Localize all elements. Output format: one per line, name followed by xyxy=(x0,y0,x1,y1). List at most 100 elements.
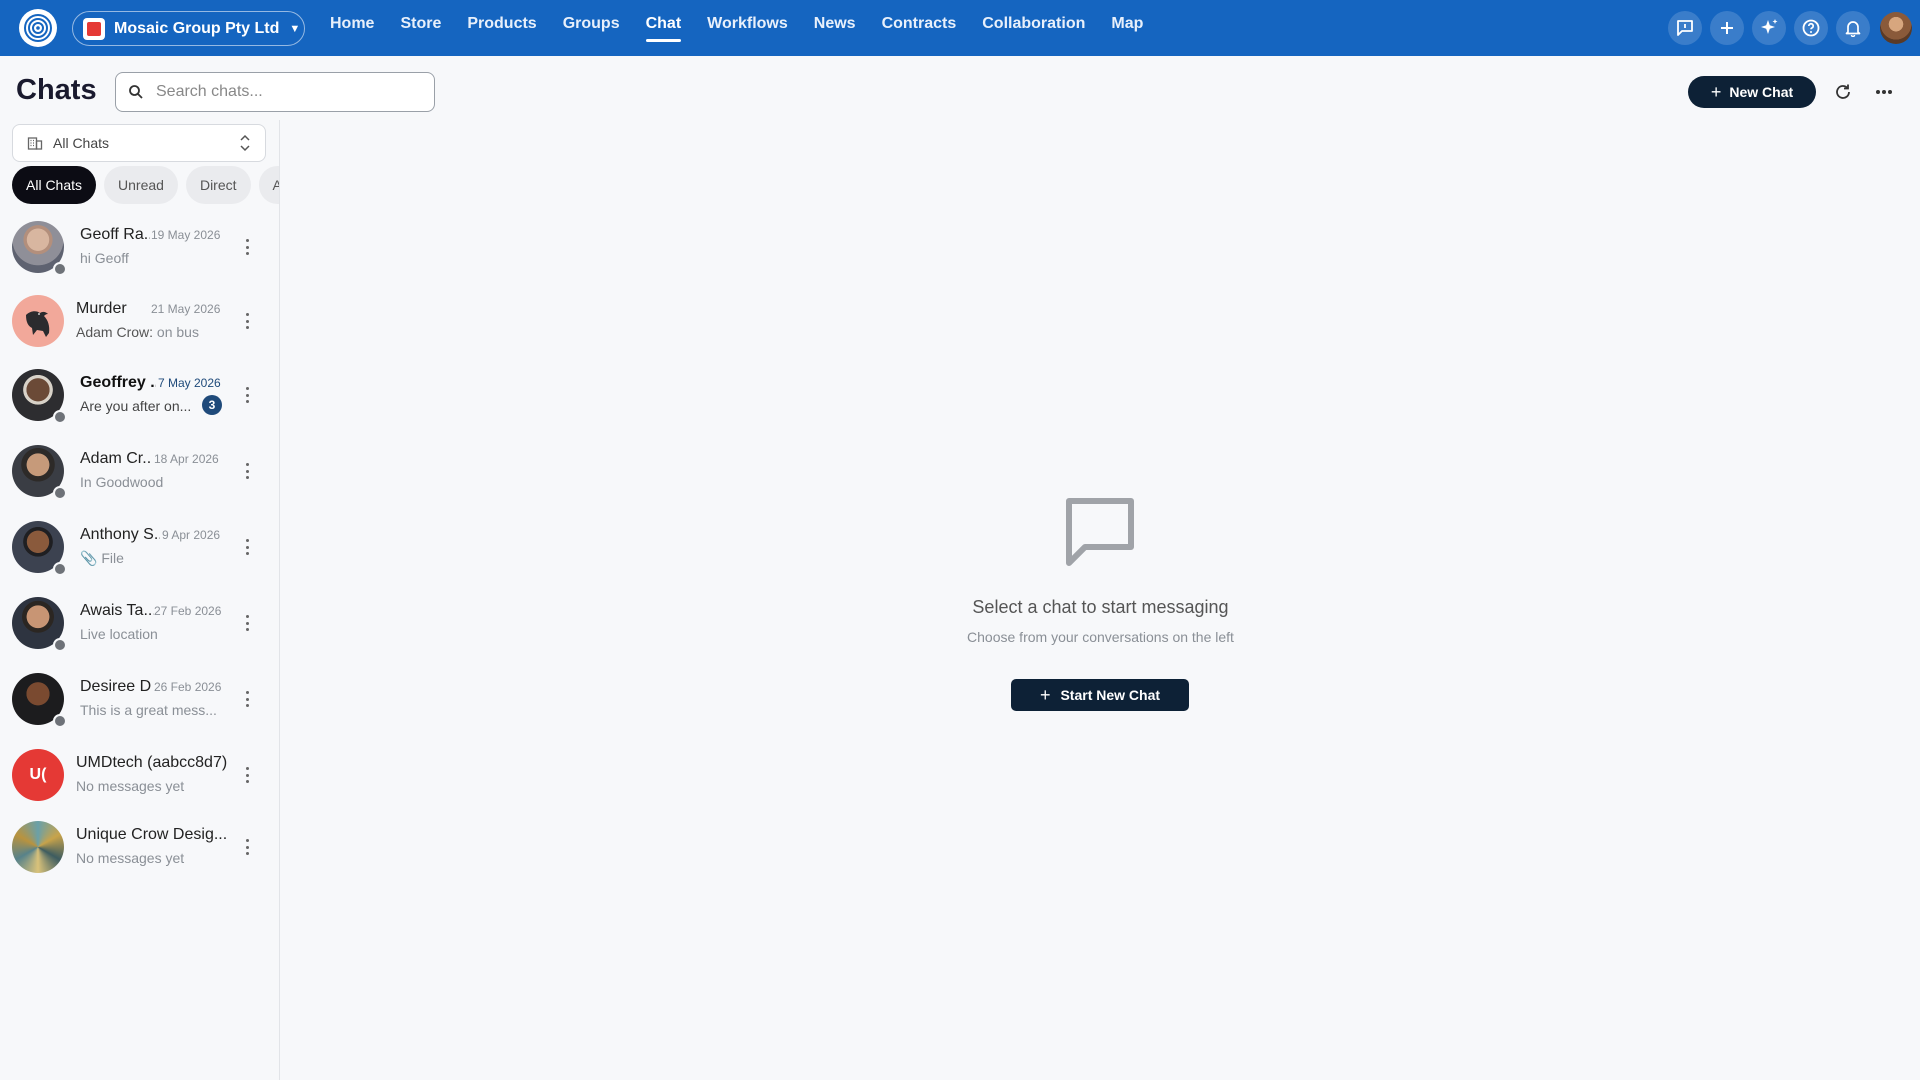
help-button[interactable] xyxy=(1794,11,1828,45)
user-avatar[interactable] xyxy=(1880,12,1912,44)
chat-options-button[interactable] xyxy=(240,236,254,258)
chat-preview-text: File xyxy=(101,550,124,566)
feedback-icon xyxy=(1677,20,1693,36)
top-navigation-bar: Mosaic Group Pty Ltd ▼ Home Store Produc… xyxy=(0,0,1920,56)
nav-groups[interactable]: Groups xyxy=(550,0,633,56)
chat-options-button[interactable] xyxy=(240,612,254,634)
chat-date: 27 Feb 2026 xyxy=(154,604,222,618)
avatar-initials: U( xyxy=(29,766,47,783)
chat-list-item[interactable]: Awais Ta... 27 Feb 2026 Live location xyxy=(0,592,279,668)
more-options-button[interactable] xyxy=(1870,78,1898,106)
chat-list-item[interactable]: Desiree Di 26 Feb 2026 This is a great m… xyxy=(0,668,279,744)
chip-more[interactable]: A xyxy=(258,166,279,204)
nav-contracts[interactable]: Contracts xyxy=(869,0,970,56)
nav-products[interactable]: Products xyxy=(454,0,549,56)
page-title: Chats xyxy=(16,74,97,106)
nav-home[interactable]: Home xyxy=(317,0,387,56)
chat-preview: This is a great mess... xyxy=(80,702,217,718)
chat-bubble-icon xyxy=(1066,498,1134,566)
chat-main-panel: Select a chat to start messaging Choose … xyxy=(281,120,1920,1080)
presence-dot xyxy=(53,638,67,652)
chip-all-chats[interactable]: All Chats xyxy=(12,166,97,204)
chat-list: Geoff Ra... 19 May 2026 hi Geoff Murder … xyxy=(0,216,279,888)
chat-list-item[interactable]: Geoff Ra... 19 May 2026 hi Geoff xyxy=(0,216,279,290)
chat-name: Awais Ta... xyxy=(80,602,154,619)
chat-sidebar: All Chats All Chats Unread Direct A Geof… xyxy=(0,120,280,1080)
nav-workflows[interactable]: Workflows xyxy=(694,0,801,56)
chat-options-button[interactable] xyxy=(240,536,254,558)
new-chat-label: New Chat xyxy=(1729,84,1794,100)
chat-options-button[interactable] xyxy=(240,764,254,786)
chat-preview-sender: Adam Crow: xyxy=(76,324,154,340)
paperclip-icon: 📎 xyxy=(80,550,98,566)
chat-name: Anthony S... xyxy=(80,526,160,543)
nav-store[interactable]: Store xyxy=(387,0,454,56)
search-icon xyxy=(129,85,143,99)
nav-map[interactable]: Map xyxy=(1098,0,1156,56)
nav-collaboration[interactable]: Collaboration xyxy=(969,0,1098,56)
chat-preview: 📎 File xyxy=(80,550,200,567)
app-logo-icon xyxy=(24,14,52,42)
chat-date: 7 May 2026 xyxy=(158,376,221,390)
chat-name: Murder xyxy=(76,300,127,317)
app-logo[interactable] xyxy=(19,9,57,47)
chat-date: 19 May 2026 xyxy=(151,228,221,242)
new-chat-button[interactable]: + New Chat xyxy=(1688,76,1816,108)
chat-date: 18 Apr 2026 xyxy=(154,452,219,466)
chat-filter-select[interactable]: All Chats xyxy=(12,124,266,162)
top-actions xyxy=(1668,0,1920,56)
notifications-button[interactable] xyxy=(1836,11,1870,45)
empty-state-title: Select a chat to start messaging xyxy=(972,597,1229,617)
organization-logo-icon xyxy=(83,17,105,40)
search-input[interactable] xyxy=(156,83,406,101)
feedback-button[interactable] xyxy=(1668,11,1702,45)
crow-icon xyxy=(26,311,50,337)
chat-options-button[interactable] xyxy=(240,310,254,332)
filter-select-value: All Chats xyxy=(53,135,110,151)
plus-icon xyxy=(1721,22,1733,34)
unfold-icon xyxy=(240,134,250,152)
help-icon xyxy=(1802,19,1820,37)
chat-name: Unique Crow Desig... xyxy=(76,826,226,843)
bell-icon xyxy=(1845,21,1861,37)
chat-options-button[interactable] xyxy=(240,836,254,858)
chat-list-item[interactable]: Adam Cr... 18 Apr 2026 In Goodwood xyxy=(0,440,279,516)
nav-news[interactable]: News xyxy=(801,0,869,56)
chat-list-item[interactable]: U( UMDtech (aabcc8d7) No messages yet xyxy=(0,744,279,816)
main-nav: Home Store Products Groups Chat Workflow… xyxy=(317,0,1156,56)
ai-assistant-button[interactable] xyxy=(1752,11,1786,45)
chat-list-item[interactable]: Unique Crow Desig... No messages yet xyxy=(0,816,279,888)
nav-chat[interactable]: Chat xyxy=(633,0,695,56)
chat-options-button[interactable] xyxy=(240,688,254,710)
chat-list-item[interactable]: Anthony S... 9 Apr 2026 📎 File xyxy=(0,516,279,592)
chat-name: Geoffrey ... xyxy=(80,374,156,391)
caret-down-icon: ▼ xyxy=(289,22,301,35)
organization-name: Mosaic Group Pty Ltd xyxy=(114,19,280,37)
presence-dot xyxy=(53,714,67,728)
chat-name: UMDtech (aabcc8d7) xyxy=(76,754,228,771)
refresh-button[interactable] xyxy=(1829,78,1857,106)
chat-preview: Adam Crow: on bus xyxy=(76,324,206,340)
chat-options-button[interactable] xyxy=(240,460,254,482)
presence-dot xyxy=(53,410,67,424)
avatar: U( xyxy=(12,749,64,801)
chip-direct[interactable]: Direct xyxy=(185,166,251,204)
more-horizontal-icon xyxy=(1876,90,1892,94)
chat-name: Desiree Di xyxy=(80,678,152,695)
organization-switcher[interactable]: Mosaic Group Pty Ltd ▼ xyxy=(72,11,305,46)
chat-name: Geoff Ra... xyxy=(80,226,150,243)
chat-options-button[interactable] xyxy=(240,384,254,406)
create-button[interactable] xyxy=(1710,11,1744,45)
chat-date: 26 Feb 2026 xyxy=(154,680,222,694)
empty-state-subtitle: Choose from your conversations on the le… xyxy=(967,629,1234,645)
chat-preview: Live location xyxy=(80,626,158,642)
chat-list-item[interactable]: Geoffrey ... 7 May 2026 Are you after on… xyxy=(0,364,279,440)
chip-unread[interactable]: Unread xyxy=(104,166,178,204)
chat-name: Adam Cr... xyxy=(80,450,152,467)
chat-preview: No messages yet xyxy=(76,778,185,794)
chat-list-item[interactable]: Murder 21 May 2026 Adam Crow: on bus xyxy=(0,290,279,364)
unread-count-badge: 3 xyxy=(202,395,222,415)
start-new-chat-button[interactable]: + Start New Chat xyxy=(1011,679,1189,711)
presence-dot xyxy=(53,562,67,576)
avatar xyxy=(12,295,64,347)
